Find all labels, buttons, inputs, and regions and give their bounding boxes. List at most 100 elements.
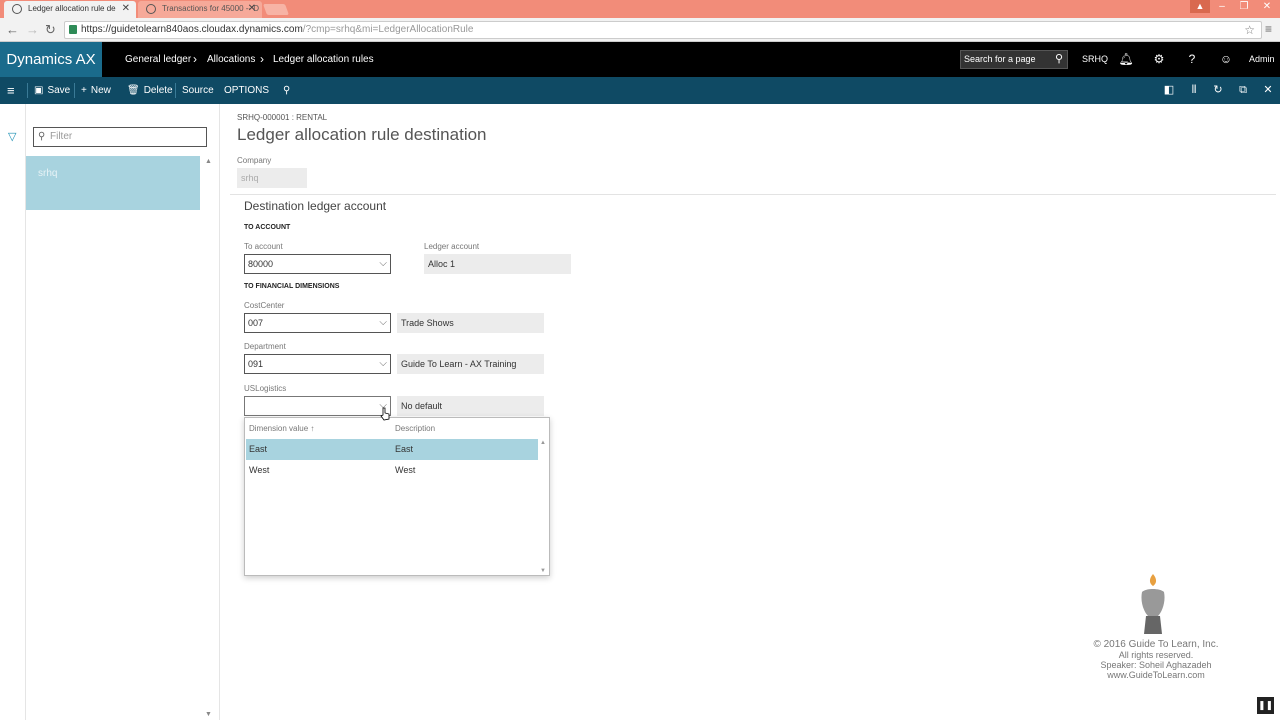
new-button[interactable]: + New [81, 77, 111, 104]
scroll-down-icon[interactable]: ▼ [205, 711, 212, 718]
browser-tab-inactive[interactable]: Transactions for 45000 -- D ✕ [138, 1, 262, 18]
profile-icon[interactable]: ▲ [1190, 0, 1210, 13]
url-host: https://guidetolearn840aos.cloudax.dynam… [81, 24, 303, 35]
hamburger-menu-icon[interactable]: ≡ [7, 77, 15, 104]
to-account-combo[interactable]: 80000 ⌵ [244, 254, 391, 274]
watermark-line: All rights reserved. [1118, 650, 1194, 660]
funnel-icon[interactable]: ▽ [8, 130, 16, 143]
department-combo[interactable]: 091 ⌵ [244, 354, 391, 374]
company-picker[interactable]: SRHQ [1082, 42, 1108, 77]
lookup-row[interactable]: West West [246, 460, 538, 481]
tab-title: Transactions for 45000 -- D [162, 4, 260, 13]
trash-icon: 🗑︎ [127, 85, 140, 96]
divider [175, 83, 176, 98]
chevron-down-icon[interactable]: ⌵ [379, 355, 387, 373]
url-path: /?cmp=srhq&mi=LedgerAllocationRule [302, 24, 474, 35]
lookup-cell-description: East [395, 444, 414, 454]
address-bar[interactable]: https://guidetolearn840aos.cloudax.dynam… [64, 21, 1262, 39]
page-title: Ledger allocation rule destination [237, 125, 487, 144]
delete-button[interactable]: 🗑︎ Delete [127, 77, 173, 104]
chevron-down-icon[interactable]: ⌵ [379, 255, 387, 273]
close-tab-icon[interactable]: ✕ [248, 1, 256, 17]
record-caption: SRHQ-000001 : RENTAL [237, 113, 328, 122]
section-title[interactable]: Destination ledger account [244, 199, 386, 213]
to-account-label: To account [244, 242, 283, 251]
open-new-window-icon[interactable]: ⧉ [1235, 77, 1251, 104]
bell-icon[interactable]: 🔔︎ [1116, 42, 1136, 77]
filter-input[interactable]: ⚲ Filter [33, 127, 207, 147]
chevron-down-icon[interactable]: ⌵ [379, 314, 387, 332]
user-menu[interactable]: Admin [1249, 42, 1275, 77]
source-button[interactable]: Source [182, 77, 214, 104]
column-header-description[interactable]: Description [395, 424, 435, 433]
reload-icon[interactable]: ↻ [45, 22, 56, 38]
to-account-value: 80000 [248, 259, 274, 269]
watermark-line: Speaker: Soheil Aghazadeh [1100, 660, 1212, 670]
feedback-smiley-icon[interactable]: ☺ [1216, 42, 1236, 77]
lock-icon [69, 25, 77, 34]
browser-menu-icon[interactable]: ≡ [1265, 22, 1272, 36]
pause-icon[interactable]: ❚❚ [1257, 697, 1274, 714]
breadcrumb-general-ledger[interactable]: General ledger [125, 42, 191, 77]
uslogistics-combo[interactable]: ⌵ [244, 396, 391, 416]
close-page-icon[interactable]: ✕ [1260, 77, 1276, 104]
lookup-cell-description: West [395, 465, 416, 475]
hand-cursor-icon [380, 407, 390, 421]
tab-title: Ledger allocation rule de [28, 4, 116, 13]
scroll-up-icon[interactable]: ▲ [205, 158, 212, 165]
filter-rail: ▽ [0, 104, 26, 720]
close-tab-icon[interactable]: ✕ [122, 1, 130, 17]
divider [74, 83, 75, 98]
browser-tab-active[interactable]: Ledger allocation rule de ✕ [4, 1, 136, 18]
department-label: Department [244, 342, 286, 351]
restore-icon[interactable]: ❐ [1233, 0, 1255, 14]
save-button[interactable]: ▣ Save [34, 77, 70, 104]
divider [27, 83, 28, 98]
plus-icon: + [81, 85, 87, 96]
page-search-input[interactable]: Search for a page ⚲ [960, 50, 1068, 69]
gear-icon[interactable]: ⚙ [1149, 42, 1169, 77]
uslogistics-description: No default [397, 396, 544, 416]
lookup-cell-value: East [249, 444, 268, 454]
back-icon[interactable]: ← [6, 22, 19, 37]
list-scrollbar[interactable]: ▲ ▼ [203, 156, 215, 718]
list-item[interactable]: srhq [26, 156, 200, 210]
office-icon[interactable]: ◧ [1161, 77, 1177, 104]
lookup-scrollbar[interactable]: ▲ ▼ [539, 440, 549, 574]
lookup-row[interactable]: East East [246, 439, 538, 460]
close-window-icon[interactable]: ✕ [1256, 0, 1278, 14]
breadcrumb-ledger-allocation-rules[interactable]: Ledger allocation rules [273, 42, 374, 77]
attachment-icon[interactable]: ⫴ [1186, 77, 1202, 104]
chevron-right-icon: › [260, 52, 264, 66]
options-tab[interactable]: OPTIONS [224, 77, 269, 104]
copyright-watermark: © 2016 Guide To Learn, Inc. All rights r… [1080, 639, 1232, 681]
list-item-label: srhq [38, 168, 58, 179]
search-icon[interactable]: ⚲ [1055, 51, 1063, 68]
scroll-up-icon[interactable]: ▲ [540, 440, 546, 446]
save-icon: ▣ [34, 85, 44, 96]
column-header-label: Dimension value [249, 424, 309, 433]
browser-toolbar: ← → ↻ https://guidetolearn840aos.cloudax… [0, 18, 1280, 42]
list-pane: ⚲ Filter srhq ▲ ▼ [26, 104, 220, 720]
ledger-account-field: Alloc 1 [424, 254, 571, 274]
dimension-lookup-dropdown[interactable]: Dimension value ↑ Description East East … [244, 417, 550, 576]
department-value: 091 [248, 359, 264, 369]
group-title-financial-dimensions: TO FINANCIAL DIMENSIONS [244, 283, 340, 290]
new-tab-button[interactable] [262, 4, 290, 15]
costcenter-combo[interactable]: 007 ⌵ [244, 313, 391, 333]
action-search-icon[interactable]: ⚲ [283, 77, 290, 104]
search-placeholder: Search for a page [964, 54, 1036, 64]
minimize-icon[interactable]: – [1211, 0, 1233, 14]
help-icon[interactable]: ? [1182, 42, 1202, 77]
watermark-line: © 2016 Guide To Learn, Inc. [1093, 639, 1219, 650]
breadcrumb-allocations[interactable]: Allocations [207, 42, 255, 77]
delete-label: Delete [143, 85, 173, 96]
bookmark-star-icon[interactable]: ☆ [1244, 22, 1255, 38]
scroll-down-icon[interactable]: ▼ [540, 568, 546, 574]
brand-logo[interactable]: Dynamics AX [0, 42, 102, 77]
refresh-icon[interactable]: ↻ [1210, 77, 1226, 104]
column-header-dimension-value[interactable]: Dimension value ↑ [249, 424, 314, 433]
dynamics-favicon-icon [12, 4, 22, 14]
forward-icon[interactable]: → [26, 22, 39, 37]
company-field: srhq [237, 168, 307, 188]
